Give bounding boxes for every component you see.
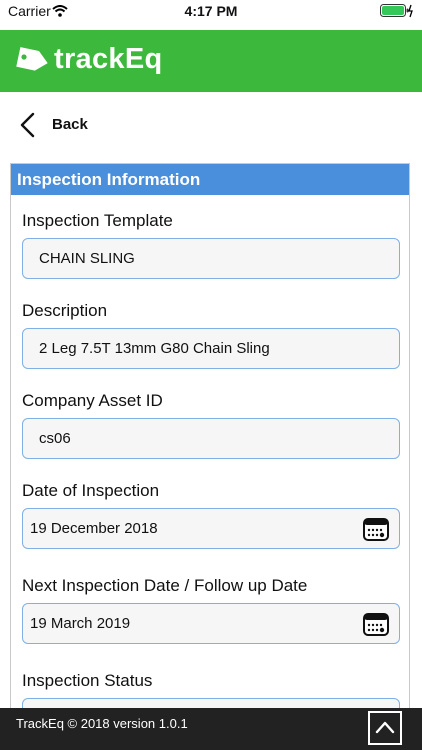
description-field[interactable]: 2 Leg 7.5T 13mm G80 Chain Sling [22, 328, 400, 369]
back-button[interactable]: Back [14, 108, 134, 142]
section-header: Inspection Information [11, 164, 409, 195]
company-asset-id-field[interactable]: cs06 [22, 418, 400, 459]
inspection-date-value: 19 December 2018 [30, 520, 158, 537]
inspection-template-label: Inspection Template [22, 211, 173, 230]
app-header: trackEq [0, 30, 422, 92]
next-inspection-date-label: Next Inspection Date / Follow up Date [22, 576, 308, 595]
tag-icon [16, 47, 50, 78]
inspection-template-field[interactable]: CHAIN SLING [22, 238, 400, 279]
chevron-up-icon [375, 721, 395, 734]
inspection-date-label: Date of Inspection [22, 481, 160, 500]
company-asset-id-value: cs06 [39, 430, 71, 447]
calendar-icon[interactable] [363, 612, 389, 641]
section-title: Inspection Information [17, 170, 201, 189]
clock: 4:17 PM [184, 3, 238, 19]
inspection-status-label: Inspection Status [22, 671, 153, 690]
footer-copyright: TrackEq © 2018 version 1.0.1 [16, 716, 188, 731]
inspection-date-field[interactable]: 19 December 2018 [22, 508, 400, 549]
calendar-icon[interactable] [363, 517, 389, 546]
inspection-template-value: CHAIN SLING [39, 250, 135, 267]
back-label: Back [52, 116, 88, 133]
description-label: Description [22, 301, 108, 320]
next-inspection-date-field[interactable]: 19 March 2019 [22, 603, 400, 644]
company-asset-id-label: Company Asset ID [22, 391, 163, 410]
scroll-to-top-button[interactable] [368, 711, 402, 745]
status-bar: Carrier 4:17 PM [0, 0, 422, 22]
footer: TrackEq © 2018 version 1.0.1 [0, 708, 422, 750]
chevron-left-icon [18, 112, 36, 143]
battery-icon [380, 4, 414, 18]
app-logo-text: trackEq [54, 43, 163, 75]
next-inspection-date-value: 19 March 2019 [30, 615, 131, 632]
description-value: 2 Leg 7.5T 13mm G80 Chain Sling [39, 340, 270, 357]
